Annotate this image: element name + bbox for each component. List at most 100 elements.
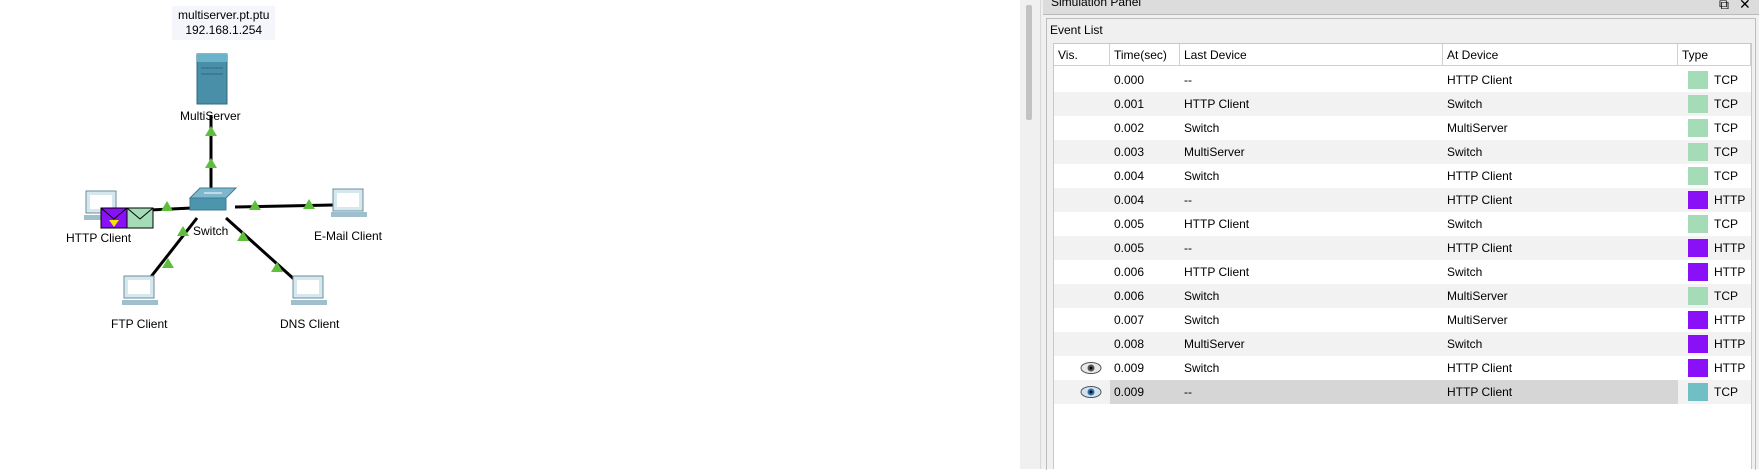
event-time: 0.001 — [1114, 97, 1145, 111]
column-header-type[interactable]: Type — [1678, 44, 1751, 66]
event-type-color-swatch — [1688, 383, 1708, 401]
server-icon — [196, 53, 228, 105]
event-time: 0.007 — [1114, 313, 1145, 327]
event-vis-cell[interactable] — [1054, 92, 1110, 116]
event-type-color-swatch — [1688, 191, 1708, 209]
event-row[interactable]: 0.006 Switch MultiServer TCP — [1054, 284, 1751, 308]
event-type-color-swatch — [1688, 95, 1708, 113]
event-type: HTTP — [1714, 241, 1746, 255]
column-header-time[interactable]: Time(sec) — [1110, 44, 1180, 66]
device-label-ftp-client[interactable]: FTP Client — [111, 317, 167, 331]
switch-icon — [188, 187, 238, 211]
device-label-dns-client[interactable]: DNS Client — [280, 317, 339, 331]
event-type-color-swatch — [1688, 71, 1708, 89]
tooltip-ip: 192.168.1.254 — [185, 23, 263, 37]
event-last-device: Switch — [1184, 121, 1220, 135]
event-vis-cell[interactable] — [1054, 356, 1110, 380]
panel-title: Simulation Panel — [1051, 0, 1142, 9]
event-type-color-swatch — [1688, 359, 1708, 377]
event-row[interactable]: 0.006 HTTP Client Switch HTTP — [1054, 260, 1751, 284]
event-vis-cell[interactable] — [1054, 380, 1110, 404]
event-type: TCP — [1714, 169, 1738, 183]
event-row[interactable]: 0.009 -- HTTP Client TCP — [1054, 380, 1751, 404]
event-last-device: MultiServer — [1184, 337, 1245, 351]
workspace-scrollbar[interactable] — [1020, 0, 1043, 469]
event-type-color-swatch — [1688, 335, 1708, 353]
event-vis-cell[interactable] — [1054, 236, 1110, 260]
event-last-device: -- — [1184, 193, 1192, 207]
event-type-color-swatch — [1688, 287, 1708, 305]
close-icon[interactable]: ✕ — [1739, 0, 1751, 12]
pc-icon-dns-client — [291, 275, 327, 305]
event-last-device: HTTP Client — [1184, 217, 1250, 231]
scrollbar-thumb[interactable] — [1026, 5, 1032, 120]
event-type: TCP — [1714, 217, 1738, 231]
event-type-color-swatch — [1688, 215, 1708, 233]
event-vis-cell[interactable] — [1054, 164, 1110, 188]
event-row[interactable]: 0.002 Switch MultiServer TCP — [1054, 116, 1751, 140]
event-vis-cell[interactable] — [1054, 260, 1110, 284]
event-type: TCP — [1714, 97, 1738, 111]
event-vis-cell[interactable] — [1054, 332, 1110, 356]
event-row[interactable]: 0.005 -- HTTP Client HTTP — [1054, 236, 1751, 260]
column-header-at-device[interactable]: At Device — [1443, 44, 1678, 66]
event-at-device: HTTP Client — [1447, 169, 1513, 183]
event-vis-cell[interactable] — [1054, 116, 1110, 140]
link-dns-switch — [224, 216, 297, 282]
link-up-indicator — [161, 201, 173, 211]
event-at-device: Switch — [1447, 145, 1483, 159]
event-type-color-swatch — [1688, 239, 1708, 257]
event-time: 0.002 — [1114, 121, 1145, 135]
column-header-last-device[interactable]: Last Device — [1180, 44, 1443, 66]
event-row[interactable]: 0.003 MultiServer Switch TCP — [1054, 140, 1751, 164]
event-vis-cell[interactable] — [1054, 68, 1110, 92]
event-row[interactable]: 0.001 HTTP Client Switch TCP — [1054, 92, 1751, 116]
device-label-switch[interactable]: Switch — [193, 224, 228, 238]
panel-titlebar: Simulation Panel ⧉ ✕ — [1043, 0, 1759, 15]
event-row[interactable]: 0.004 -- HTTP Client HTTP — [1054, 188, 1751, 212]
event-time: 0.004 — [1114, 193, 1145, 207]
device-tooltip: multiserver.pt.ptu 192.168.1.254 — [172, 6, 276, 40]
event-row[interactable]: 0.007 Switch MultiServer HTTP — [1054, 308, 1751, 332]
event-vis-cell[interactable] — [1054, 284, 1110, 308]
event-last-device: MultiServer — [1184, 145, 1245, 159]
device-label-email-client[interactable]: E-Mail Client — [314, 229, 382, 243]
event-at-device: HTTP Client — [1447, 73, 1513, 87]
event-at-device: HTTP Client — [1447, 241, 1513, 255]
event-type: HTTP — [1714, 193, 1746, 207]
undock-icon[interactable]: ⧉ — [1719, 0, 1729, 12]
link-up-indicator — [249, 200, 261, 210]
event-row[interactable]: 0.005 HTTP Client Switch TCP — [1054, 212, 1751, 236]
column-header-vis[interactable]: Vis. — [1054, 44, 1110, 66]
event-at-device: Switch — [1447, 265, 1483, 279]
event-last-device: Switch — [1184, 169, 1220, 183]
eye-icon[interactable] — [1080, 362, 1102, 374]
event-list-table[interactable]: Vis. Time(sec) Last Device At Device Typ… — [1053, 43, 1752, 469]
event-type-color-swatch — [1688, 143, 1708, 161]
event-last-device: HTTP Client — [1184, 97, 1250, 111]
pdu-envelope-icon — [126, 207, 154, 229]
simulation-panel: Simulation Panel ⧉ ✕ Event List Vis. Tim… — [1043, 0, 1759, 470]
topology-workspace[interactable]: multiserver.pt.ptu 192.168.1.254 MultiSe… — [0, 0, 1020, 469]
device-label-http-client[interactable]: HTTP Client — [66, 231, 131, 245]
event-vis-cell[interactable] — [1054, 188, 1110, 212]
event-type-color-swatch — [1688, 263, 1708, 281]
link-up-indicator — [205, 158, 217, 168]
event-vis-cell[interactable] — [1054, 140, 1110, 164]
event-row[interactable]: 0.004 Switch HTTP Client TCP — [1054, 164, 1751, 188]
eye-icon-active[interactable] — [1080, 386, 1102, 398]
event-row[interactable]: 0.000 -- HTTP Client TCP — [1054, 68, 1751, 92]
event-at-device: MultiServer — [1447, 121, 1508, 135]
event-vis-cell[interactable] — [1054, 212, 1110, 236]
event-type: TCP — [1714, 289, 1738, 303]
event-time: 0.003 — [1114, 145, 1145, 159]
event-at-device: MultiServer — [1447, 313, 1508, 327]
event-at-device: MultiServer — [1447, 289, 1508, 303]
device-label-server[interactable]: MultiServer — [180, 109, 241, 123]
topology-links — [84, 53, 367, 305]
divider — [1040, 0, 1041, 469]
event-vis-cell[interactable] — [1054, 308, 1110, 332]
event-row[interactable]: 0.009 Switch HTTP Client HTTP — [1054, 356, 1751, 380]
event-row[interactable]: 0.008 MultiServer Switch HTTP — [1054, 332, 1751, 356]
event-type: HTTP — [1714, 361, 1746, 375]
